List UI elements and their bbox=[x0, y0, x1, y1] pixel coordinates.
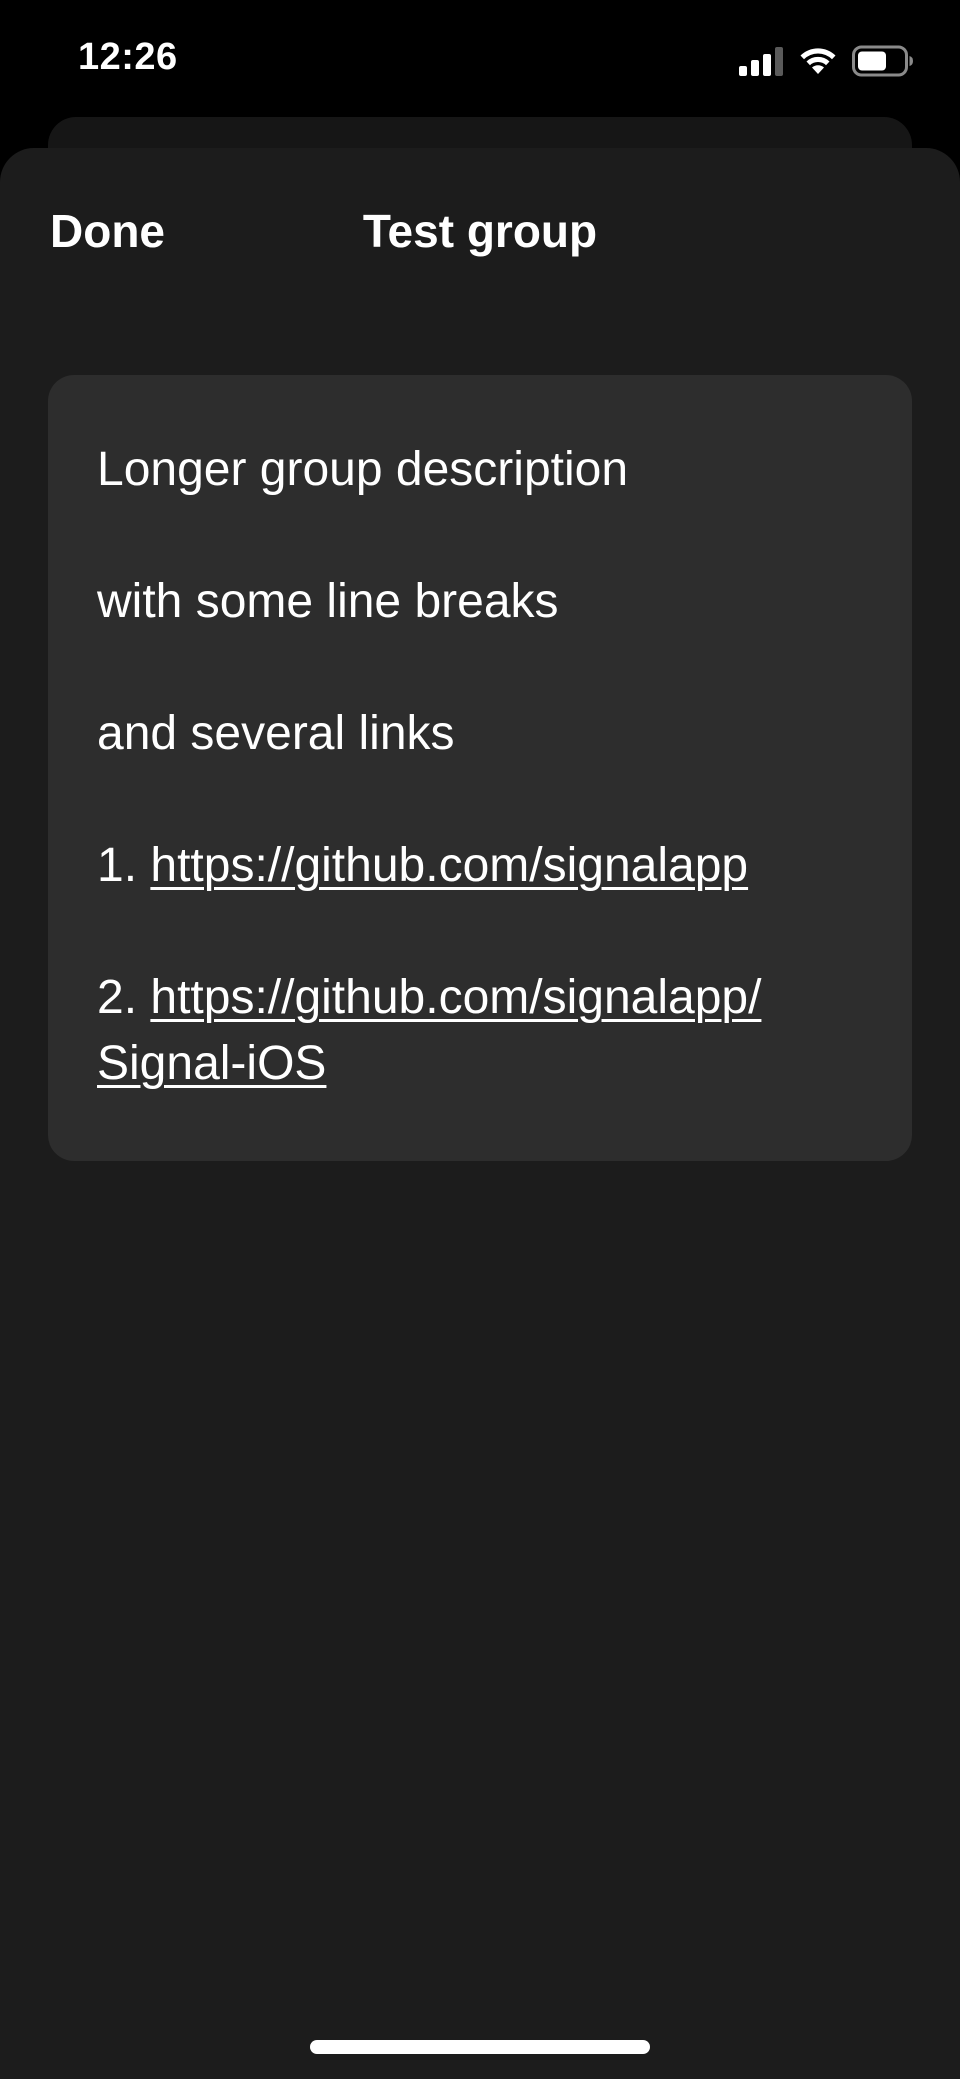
line-break bbox=[97, 767, 887, 833]
status-time: 12:26 bbox=[78, 36, 178, 78]
description-line: with some line breaks bbox=[97, 575, 559, 628]
description-text: Longer group description with some line … bbox=[97, 437, 887, 1097]
link-item-2-continued: Signal-iOS bbox=[97, 1031, 887, 1097]
list-number: 2. bbox=[97, 971, 151, 1024]
line-break bbox=[97, 503, 887, 569]
screen: 12:26 Done Test group Longer group descr… bbox=[0, 0, 960, 2079]
status-bar: 12:26 bbox=[0, 0, 960, 118]
wifi-icon bbox=[800, 48, 836, 74]
link-item-1: 1. https://github.com/signalapp bbox=[97, 833, 887, 899]
github-signalapp-link[interactable]: https://github.com/signalapp bbox=[150, 839, 748, 892]
link-item-2: 2. https://github.com/signalapp/ bbox=[97, 965, 887, 1031]
nav-bar: Done Test group bbox=[0, 148, 960, 318]
description-line: Longer group description bbox=[97, 443, 629, 496]
line-break bbox=[97, 635, 887, 701]
battery-icon bbox=[852, 45, 913, 77]
group-description-sheet: Done Test group Longer group description… bbox=[0, 148, 960, 2079]
github-signal-ios-link-continued[interactable]: Signal-iOS bbox=[97, 1037, 326, 1090]
home-indicator[interactable] bbox=[310, 2040, 650, 2054]
description-card: Longer group description with some line … bbox=[48, 375, 912, 1161]
status-icons bbox=[738, 44, 914, 78]
sheet-title: Test group bbox=[362, 205, 598, 257]
description-line: and several links bbox=[97, 707, 455, 760]
signal-icon bbox=[739, 47, 783, 76]
github-signal-ios-link[interactable]: https://github.com/signalapp/ bbox=[150, 971, 761, 1024]
list-number: 1. bbox=[97, 839, 151, 892]
line-break bbox=[97, 899, 887, 965]
